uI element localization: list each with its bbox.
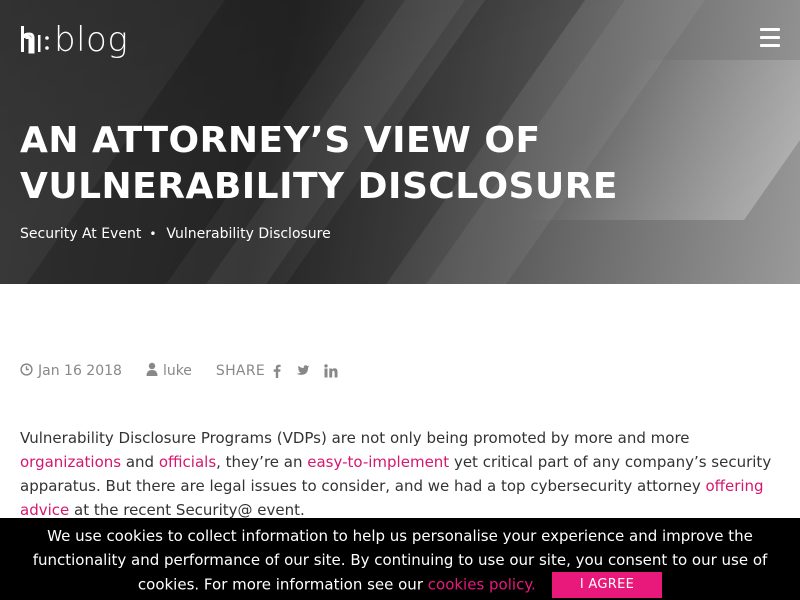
article-intro-paragraph: Vulnerability Disclosure Programs (VDPs)… (20, 426, 780, 522)
author-text[interactable]: luke (163, 363, 192, 379)
link-easy-to-implement[interactable]: easy-to-implement (307, 453, 449, 471)
share-label: SHARE (215, 363, 265, 379)
h1-logo-icon (20, 24, 49, 56)
date-text: Jan 16 2018 (38, 363, 122, 379)
tag-security-at-event[interactable]: Security At Event (20, 226, 141, 242)
cookie-policy-link[interactable]: cookies policy. (428, 576, 536, 594)
link-officials[interactable]: officials (159, 453, 216, 471)
post-date: Jan 16 2018 (20, 362, 122, 380)
hamburger-menu-icon[interactable] (760, 28, 780, 48)
user-icon (146, 362, 158, 380)
link-organizations[interactable]: organizations (20, 453, 121, 471)
article-meta: Jan 16 2018 luke SHARE (20, 362, 352, 380)
logo-text: blog (54, 20, 129, 60)
article-text: at the recent Security@ event. (69, 501, 305, 519)
article-title: AN ATTORNEY’S VIEW OF VULNERABILITY DISC… (20, 120, 619, 207)
tag-separator: • (149, 227, 157, 241)
article-text: Vulnerability Disclosure Programs (VDPs)… (20, 429, 690, 447)
article-text: and (121, 453, 159, 471)
post-author: luke (146, 362, 192, 380)
tag-vulnerability-disclosure[interactable]: Vulnerability Disclosure (166, 226, 330, 242)
hero-banner: blog AN ATTORNEY’S VIEW OF VULNERABILITY… (0, 0, 800, 284)
site-logo[interactable]: blog (20, 20, 128, 60)
linkedin-icon[interactable] (324, 364, 338, 378)
facebook-icon[interactable] (273, 364, 281, 378)
cookie-agree-button[interactable]: I AGREE (551, 572, 663, 598)
article-tags: Security At Event • Vulnerability Disclo… (20, 226, 331, 242)
twitter-icon[interactable] (295, 365, 310, 377)
article-text: , they’re an (216, 453, 308, 471)
cookie-banner: We use cookies to collect information to… (0, 518, 800, 600)
clock-icon (20, 362, 33, 380)
